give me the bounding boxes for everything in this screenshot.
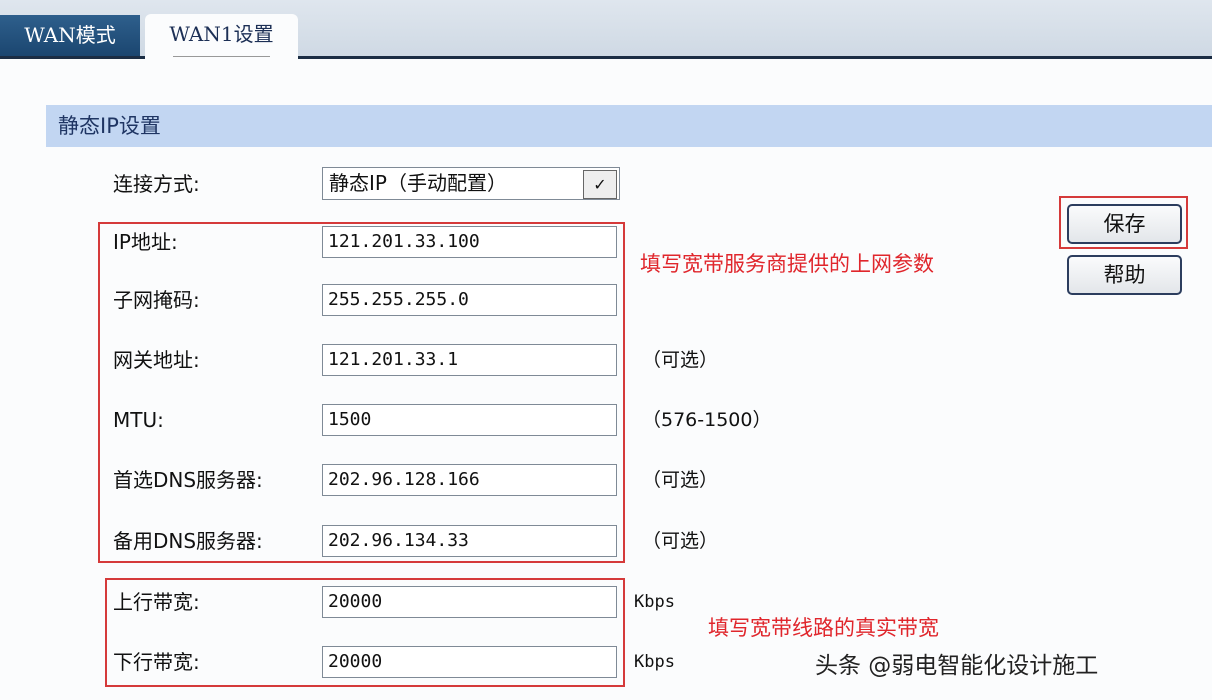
- save-button[interactable]: 保存: [1067, 204, 1182, 244]
- section-header: 静态IP设置: [46, 105, 1212, 147]
- connection-type-select[interactable]: 静态IP（手动配置） ✓: [322, 167, 620, 200]
- download-bandwidth-hint: Kbps: [634, 646, 675, 678]
- tab-wan1-settings[interactable]: WAN1设置: [145, 14, 298, 60]
- tab-label: WAN1设置: [169, 22, 273, 46]
- annotation-bandwidth: 填写宽带线路的真实带宽: [708, 612, 939, 642]
- secondary-dns-hint: （可选）: [642, 525, 718, 557]
- annotation-box-params: [98, 222, 625, 563]
- tab-wan-mode[interactable]: WAN模式: [0, 15, 140, 56]
- connection-label: 连接方式:: [113, 168, 200, 200]
- select-value: 静态IP（手动配置）: [329, 171, 507, 195]
- watermark: 头条 @弱电智能化设计施工: [815, 646, 1098, 680]
- annotation-params: 填写宽带服务商提供的上网参数: [640, 248, 934, 278]
- primary-dns-hint: （可选）: [642, 464, 718, 496]
- help-button[interactable]: 帮助: [1067, 255, 1182, 295]
- gateway-hint: （可选）: [642, 344, 718, 376]
- upload-bandwidth-hint: Kbps: [634, 586, 675, 618]
- chevron-down-icon[interactable]: ✓: [583, 170, 617, 199]
- mtu-hint: （576-1500）: [642, 404, 771, 436]
- annotation-box-bandwidth: [105, 578, 625, 687]
